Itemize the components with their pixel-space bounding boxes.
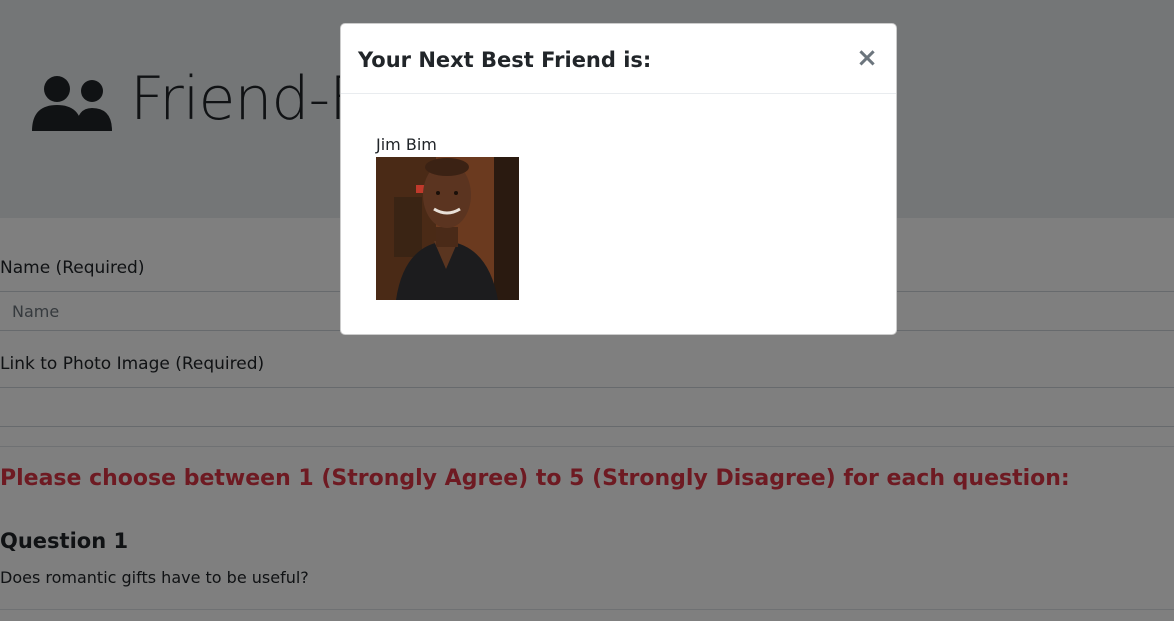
friend-photo: [376, 157, 519, 300]
close-button[interactable]: ×: [854, 44, 880, 72]
result-modal: Your Next Best Friend is: × Jim Bim: [340, 23, 897, 335]
modal-header: Your Next Best Friend is: ×: [341, 24, 896, 94]
modal-title: Your Next Best Friend is:: [358, 48, 652, 72]
friend-name: Jim Bim: [376, 135, 437, 154]
